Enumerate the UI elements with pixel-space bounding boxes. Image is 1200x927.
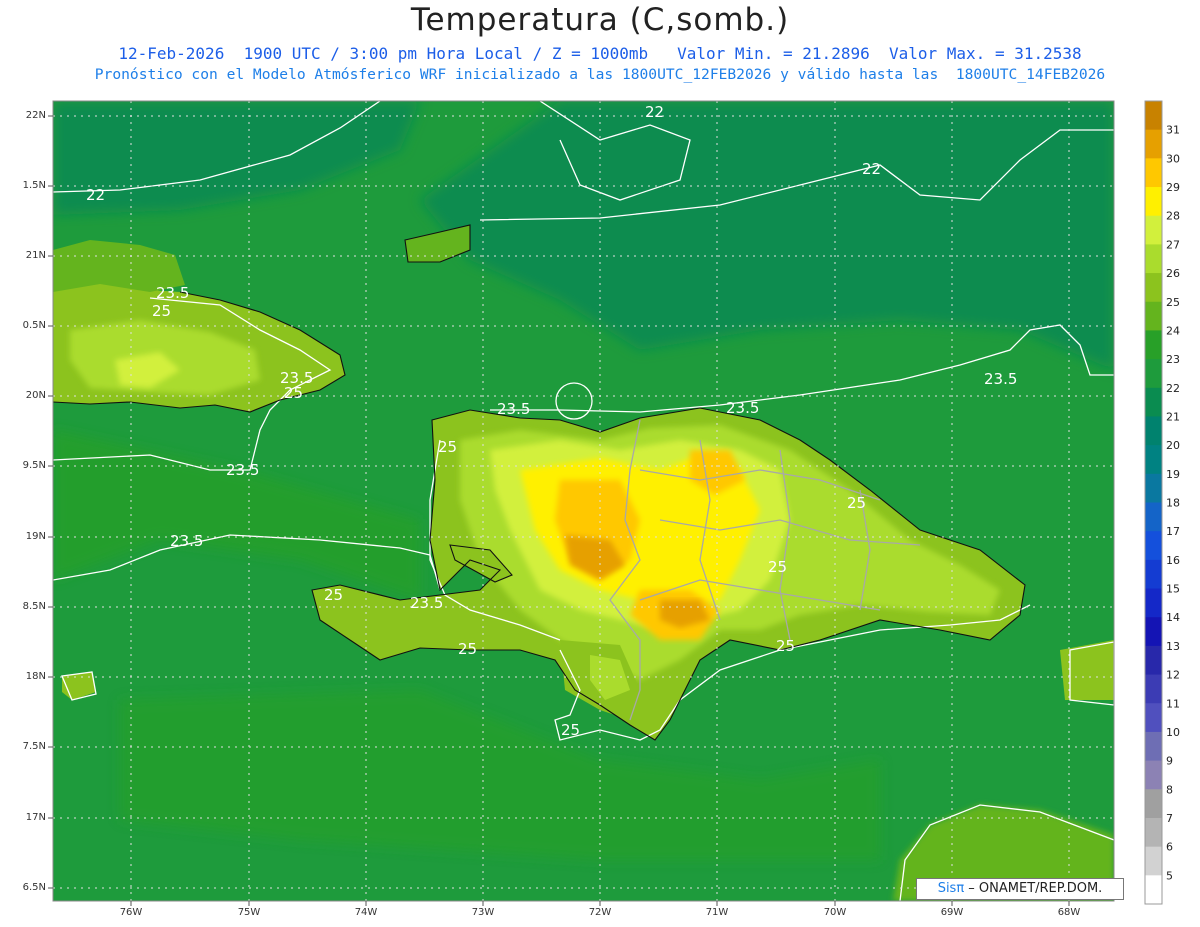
lat-label: 1.5N [22, 180, 46, 191]
contour-label: 23.5 [984, 370, 1017, 388]
lon-label: 75W [237, 907, 261, 918]
credit-box: Sisπ – ONAMET/REP.DOM. [916, 878, 1124, 900]
lon-label: 68W [1057, 907, 1081, 918]
contour-label: 25 [776, 637, 795, 655]
lat-label: 8.5N [22, 601, 46, 612]
lat-label: 22N [25, 110, 46, 121]
contour-label: 25 [847, 494, 866, 512]
lat-label: 7.5N [22, 741, 46, 752]
lat-label: 0.5N [22, 320, 46, 331]
lat-label: 21N [25, 250, 46, 261]
contour-label: 25 [284, 384, 303, 402]
lat-label: 20N [25, 390, 46, 401]
contour-label: 25 [438, 438, 457, 456]
contour-label: 23.5 [497, 400, 530, 418]
contour-label: 23.5 [726, 399, 759, 417]
lat-label: 19N [25, 531, 46, 542]
contour-label: 23.5 [170, 532, 203, 550]
lon-label: 70W [823, 907, 847, 918]
lat-label: 18N [25, 671, 46, 682]
lat-label: 17N [25, 812, 46, 823]
lon-label: 73W [471, 907, 495, 918]
contour-label: 23.5 [226, 461, 259, 479]
lat-label: 9.5N [22, 460, 46, 471]
contour-label: 23.5 [156, 284, 189, 302]
puerto-rico-edge [1060, 640, 1114, 700]
lon-label: 74W [354, 907, 378, 918]
credit-brand: Sisπ [937, 881, 965, 896]
contour-label: 22 [862, 160, 881, 178]
lon-label: 76W [119, 907, 143, 918]
contour-label: 23.5 [410, 594, 443, 612]
temperature-map: 22 22 22 23.5 23.5 23.5 23.5 23.5 23.5 2… [48, 100, 1115, 906]
contour-label: 22 [645, 103, 664, 121]
contour-label: 22 [86, 186, 105, 204]
contour-label: 25 [561, 721, 580, 739]
lon-label: 69W [940, 907, 964, 918]
credit-text: – ONAMET/REP.DOM. [964, 881, 1103, 896]
contour-label: 25 [152, 302, 171, 320]
contour-label: 25 [458, 640, 477, 658]
lon-label: 71W [705, 907, 729, 918]
contour-label: 25 [768, 558, 787, 576]
lat-label: 6.5N [22, 882, 46, 893]
lon-label: 72W [588, 907, 612, 918]
contour-label: 25 [324, 586, 343, 604]
